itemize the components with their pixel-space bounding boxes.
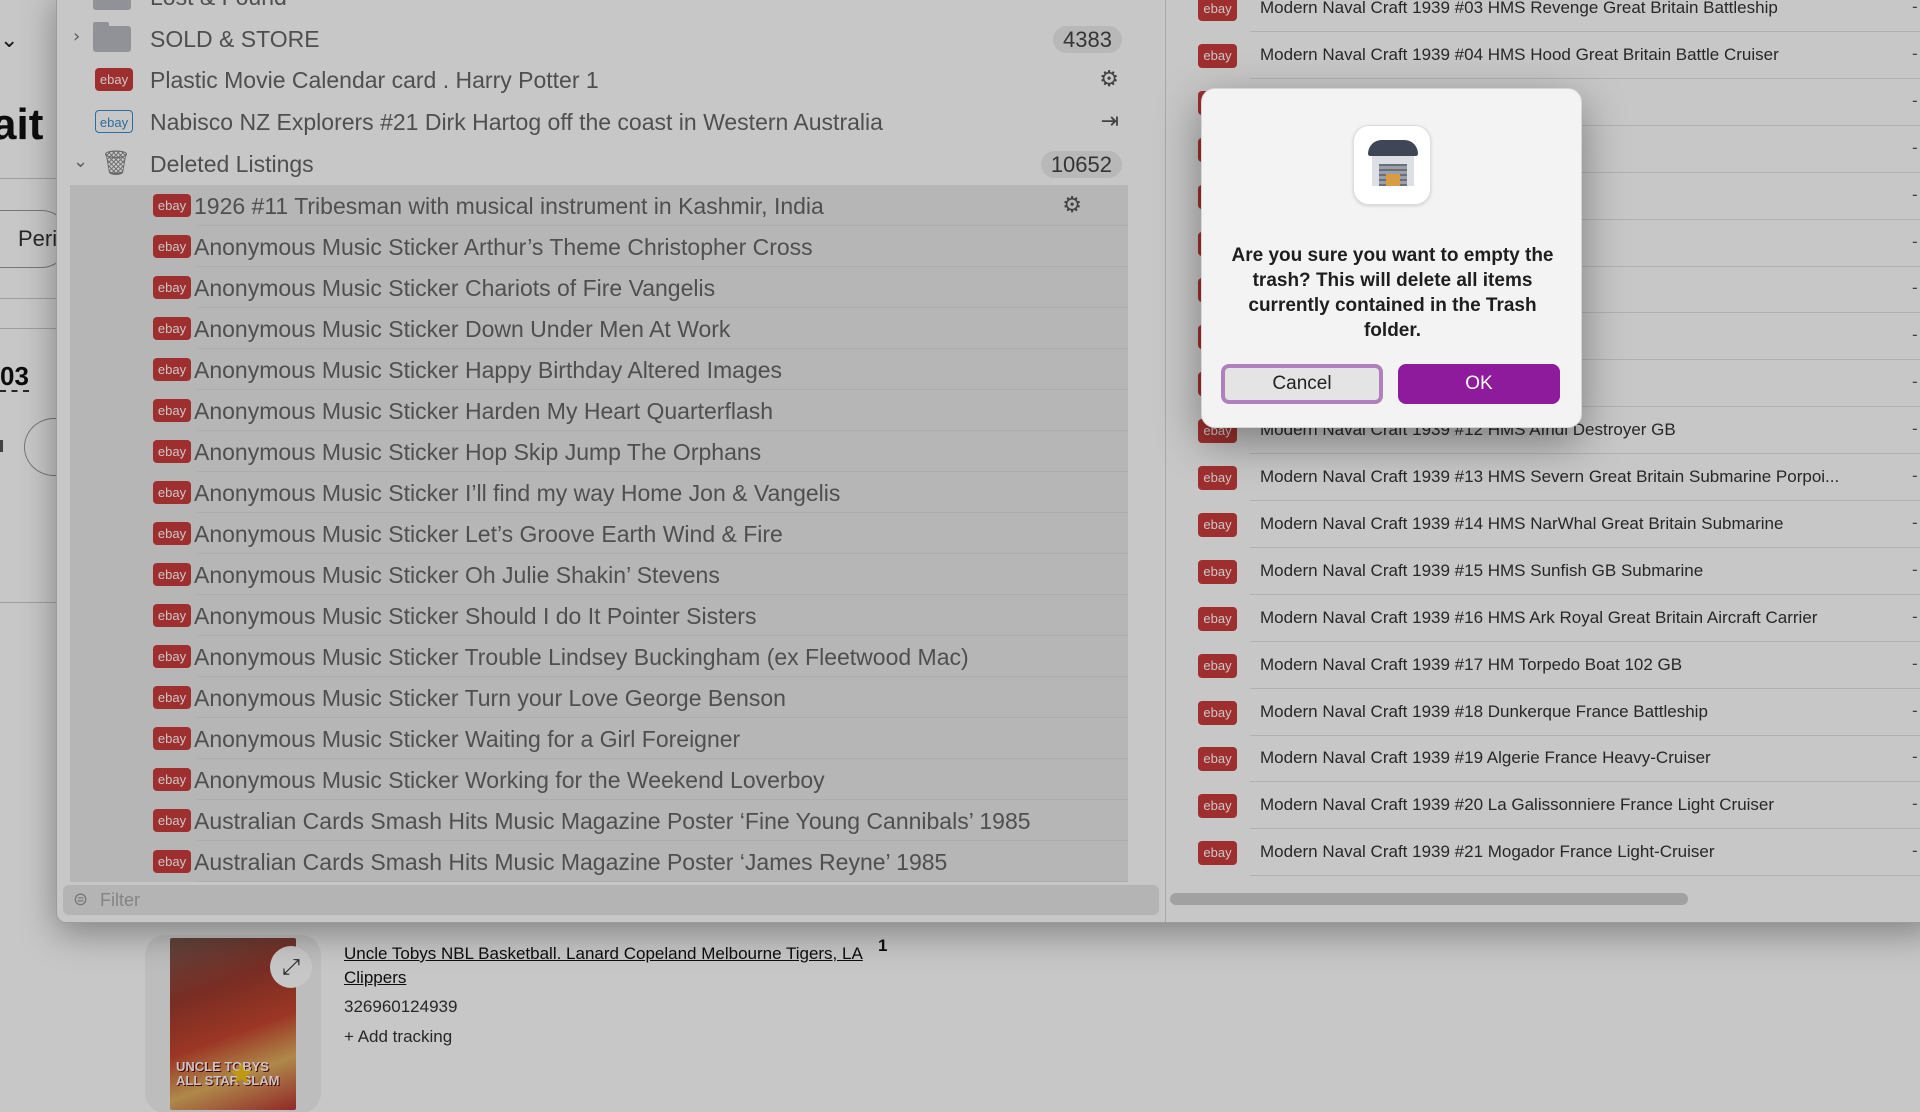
warehouse-icon — [1353, 125, 1431, 205]
dialog-message: Are you sure you want to empty the trash… — [1231, 245, 1554, 341]
cancel-button[interactable]: Cancel — [1221, 364, 1383, 404]
modal-backdrop — [0, 0, 1920, 1112]
ok-button[interactable]: OK — [1398, 364, 1560, 404]
empty-trash-dialog: Are you sure you want to empty the trash… — [1201, 88, 1582, 428]
